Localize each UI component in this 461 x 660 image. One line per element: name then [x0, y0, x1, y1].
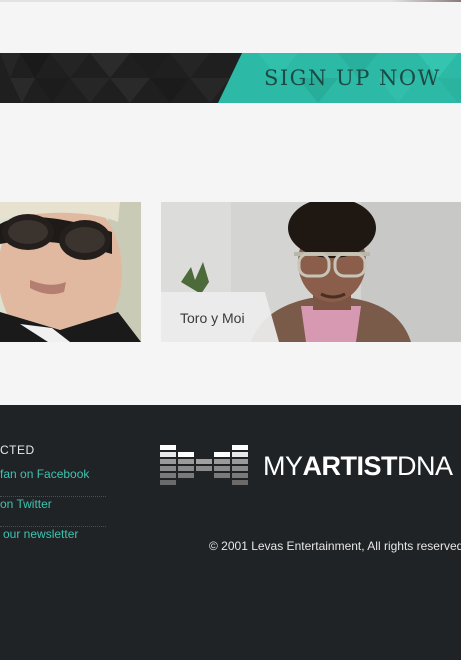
dna-logo-icon[interactable] [160, 445, 250, 489]
artist-card[interactable] [0, 202, 141, 342]
signup-banner[interactable]: SIGN UP NOW [0, 53, 461, 103]
artist-name: Toro y Moi [180, 310, 245, 326]
brand-word-my: MY [263, 451, 303, 481]
artist-label: Toro y Moi [161, 292, 279, 342]
banner-pattern [0, 53, 230, 103]
newsletter-link[interactable]: our newsletter [3, 527, 109, 557]
artist-card-toro-y-moi[interactable]: Toro y Moi [161, 202, 461, 342]
brand-wordmark[interactable]: MYARTISTDNA [263, 451, 453, 482]
copyright-text: © 2001 Levas Entertainment, All rights r… [209, 539, 461, 553]
footer: CTED fan on Facebook on Twitter our news… [0, 405, 461, 660]
facebook-link[interactable]: fan on Facebook [0, 467, 106, 497]
signup-label[interactable]: SIGN UP NOW [264, 66, 441, 90]
top-divider [0, 0, 461, 2]
artist-photo [0, 202, 141, 342]
twitter-link[interactable]: on Twitter [0, 497, 106, 527]
brand-word-artist: ARTIST [302, 451, 398, 481]
brand-word-dna: DNA [397, 451, 453, 481]
connect-heading: CTED [0, 443, 35, 457]
